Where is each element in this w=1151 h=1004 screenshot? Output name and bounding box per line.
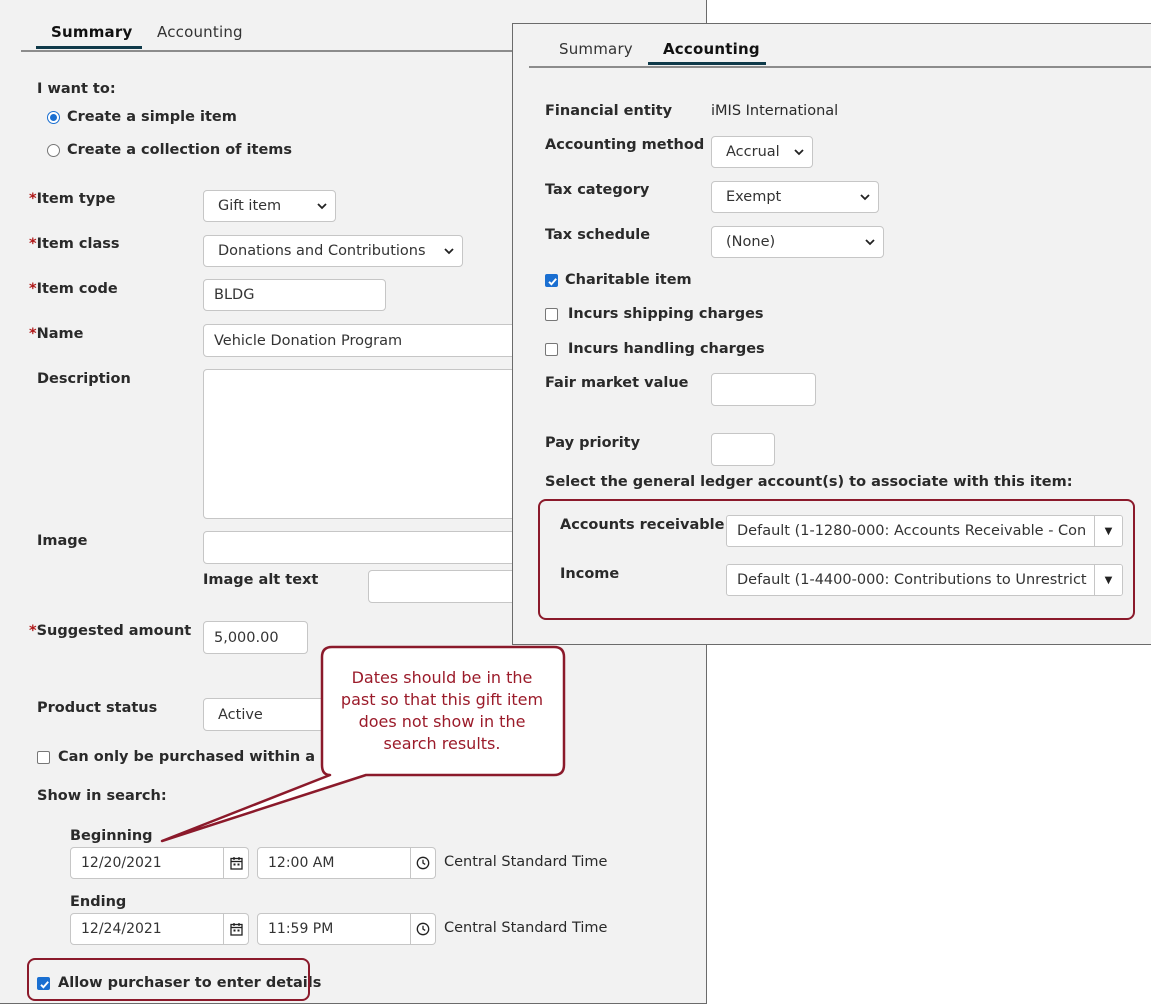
- beginning-date-picker-button[interactable]: [224, 847, 249, 879]
- item-class-label: *Item class: [29, 236, 120, 252]
- ending-timezone: Central Standard Time: [444, 920, 608, 936]
- item-code-input[interactable]: BLDG: [203, 279, 386, 311]
- accounting-panel: Summary Accounting Financial entity iMIS…: [513, 24, 1151, 644]
- beginning-timezone: Central Standard Time: [444, 854, 608, 870]
- product-status-label: Product status: [37, 700, 158, 716]
- can-only-be-purchased-checkbox[interactable]: [37, 751, 50, 764]
- name-label: *Name: [29, 326, 84, 342]
- accounting-method-label: Accounting method: [545, 137, 705, 153]
- ending-time-input[interactable]: 11:59 PM: [257, 913, 411, 945]
- incurs-shipping-label: Incurs shipping charges: [568, 306, 764, 322]
- active-tab-indicator: [36, 46, 142, 49]
- gl-accounts-highlight: [538, 499, 1135, 620]
- image-label: Image: [37, 533, 88, 549]
- allow-purchaser-highlight: [27, 958, 310, 1001]
- item-class-select[interactable]: Donations and Contributions: [203, 235, 463, 267]
- chevron-down-icon: [317, 203, 327, 210]
- name-input[interactable]: Vehicle Donation Program: [203, 324, 543, 357]
- radio-collection[interactable]: [47, 144, 60, 157]
- item-type-label: *Item type: [29, 191, 116, 207]
- image-input[interactable]: [203, 531, 543, 564]
- item-type-select[interactable]: Gift item: [203, 190, 336, 222]
- radio-simple-item[interactable]: [47, 111, 60, 124]
- fair-market-value-input[interactable]: [711, 373, 816, 406]
- incurs-handling-label: Incurs handling charges: [568, 341, 765, 357]
- financial-entity-value: iMIS International: [711, 103, 839, 119]
- suggested-amount-label: *Suggested amount: [29, 623, 192, 639]
- tab-summary[interactable]: Summary: [51, 23, 132, 41]
- calendar-icon: [229, 857, 243, 870]
- chevron-down-icon: [444, 248, 454, 255]
- incurs-handling-checkbox[interactable]: [545, 343, 558, 356]
- description-label: Description: [37, 371, 131, 387]
- tax-schedule-label: Tax schedule: [545, 227, 651, 243]
- chevron-down-icon: [794, 149, 804, 156]
- beginning-date-field: 12/20/2021: [70, 847, 249, 879]
- item-code-label: *Item code: [29, 281, 118, 297]
- ending-date-field: 12/24/2021: [70, 913, 249, 945]
- calendar-icon: [229, 923, 243, 936]
- incurs-shipping-checkbox[interactable]: [545, 308, 558, 321]
- financial-entity-label: Financial entity: [545, 103, 673, 119]
- beginning-time-picker-button[interactable]: [411, 847, 436, 879]
- description-textarea[interactable]: [203, 369, 543, 519]
- show-in-search-label: Show in search:: [37, 788, 167, 804]
- gl-prompt-label: Select the general ledger account(s) to …: [545, 474, 1073, 490]
- tax-category-label: Tax category: [545, 182, 650, 198]
- ending-date-picker-button[interactable]: [224, 913, 249, 945]
- ending-time-field: 11:59 PM: [257, 913, 436, 945]
- fair-market-value-label: Fair market value: [545, 375, 689, 391]
- beginning-date-input[interactable]: 12/20/2021: [70, 847, 224, 879]
- clock-icon: [416, 922, 430, 936]
- chevron-down-icon: [865, 239, 875, 246]
- beginning-time-field: 12:00 AM: [257, 847, 436, 879]
- beginning-label: Beginning: [70, 828, 153, 844]
- beginning-time-input[interactable]: 12:00 AM: [257, 847, 411, 879]
- pay-priority-input[interactable]: [711, 433, 775, 466]
- charitable-item-checkbox[interactable]: [545, 274, 558, 287]
- accounting-method-select[interactable]: Accrual: [711, 136, 813, 168]
- tab-accounting[interactable]: Accounting: [663, 40, 760, 58]
- radio-collection-label: Create a collection of items: [67, 142, 293, 158]
- checkmark-icon: [548, 278, 557, 286]
- callout-text: Dates should be in the past so that this…: [340, 668, 544, 753]
- tab-divider: [529, 66, 1151, 68]
- chevron-down-icon: [860, 194, 870, 201]
- tax-schedule-select[interactable]: (None): [711, 226, 884, 258]
- i-want-to-label: I want to:: [37, 81, 116, 97]
- ending-date-input[interactable]: 12/24/2021: [70, 913, 224, 945]
- tax-category-select[interactable]: Exempt: [711, 181, 879, 213]
- tab-summary[interactable]: Summary: [559, 40, 633, 58]
- ending-time-picker-button[interactable]: [411, 913, 436, 945]
- charitable-item-label: Charitable item: [565, 272, 692, 288]
- active-tab-indicator: [648, 62, 766, 65]
- ending-label: Ending: [70, 894, 127, 910]
- radio-simple-item-label: Create a simple item: [67, 109, 237, 125]
- tab-accounting[interactable]: Accounting: [157, 23, 243, 41]
- clock-icon: [416, 856, 430, 870]
- image-alt-text-label: Image alt text: [203, 572, 319, 588]
- pay-priority-label: Pay priority: [545, 435, 641, 451]
